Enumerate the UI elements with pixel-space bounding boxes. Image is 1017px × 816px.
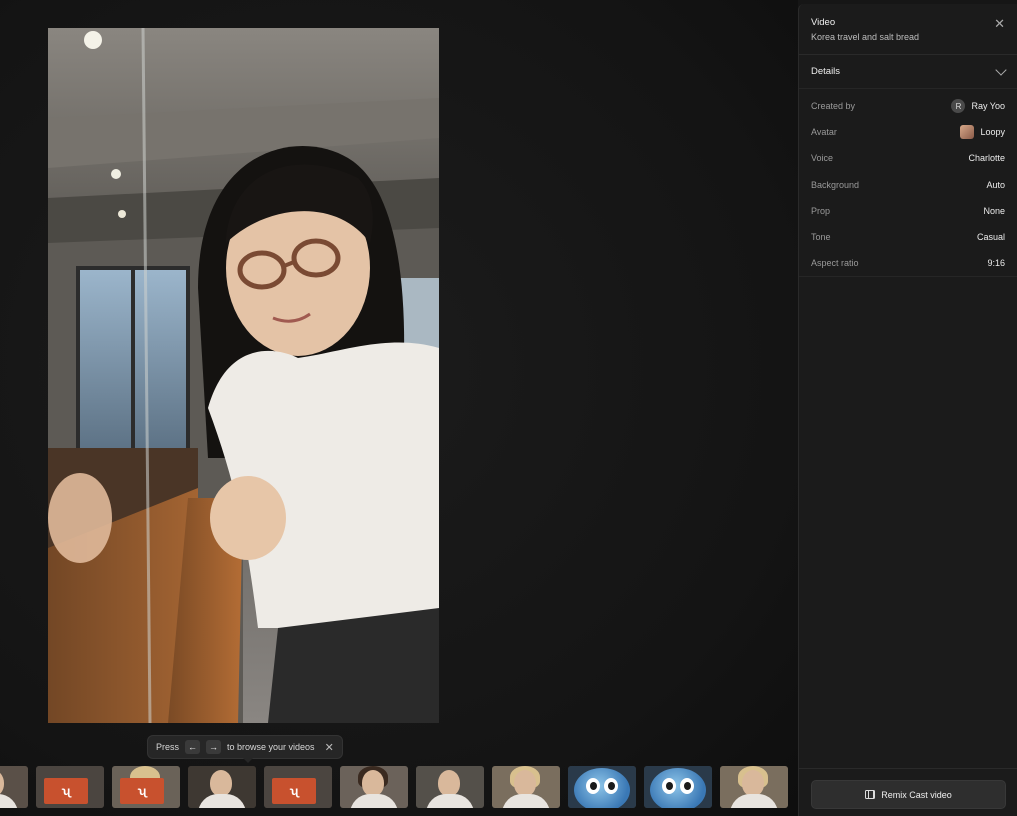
property-value: Auto	[986, 179, 1005, 190]
thumbnail-face	[438, 770, 460, 796]
video-thumbnail[interactable]: ʯ	[36, 766, 104, 808]
property-tone: Tone Casual	[811, 224, 1005, 250]
property-key: Background	[811, 179, 860, 190]
video-thumbnail[interactable]	[568, 766, 636, 808]
thumbnail-card: ʯ	[272, 778, 316, 804]
chevron-down-icon	[995, 63, 1007, 76]
video-player[interactable]	[48, 28, 439, 723]
remix-cast-video-button[interactable]: Remix Cast video	[811, 780, 1006, 809]
video-thumbnail[interactable]	[416, 766, 484, 808]
thumbnail-robot	[650, 768, 706, 808]
thumbnail-robot-eye	[662, 778, 676, 794]
video-thumbnail[interactable]: ʯ	[112, 766, 180, 808]
details-label: Details	[811, 66, 841, 77]
property-key: Avatar	[811, 127, 837, 138]
thumbnail-card: ʯ	[120, 778, 164, 804]
property-prop: Prop None	[811, 198, 1005, 224]
property-key: Tone	[811, 232, 831, 243]
thumbnail-card: ʯ	[44, 778, 88, 804]
video-thumbnail[interactable]	[720, 766, 788, 808]
video-name: Korea travel and salt bread	[811, 32, 920, 42]
video-thumbnail[interactable]	[644, 766, 712, 808]
details-list: Created by R Ray Yoo Avatar Loopy Voice C…	[799, 89, 1017, 277]
thumbnail-face	[210, 770, 232, 796]
video-frame-image	[48, 28, 439, 723]
browse-hint-tooltip: Press ← → to browse your videos ✕	[147, 735, 343, 763]
property-value: 9:16	[987, 258, 1005, 269]
video-stage: Press ← → to browse your videos ✕ ʯ ʯ ʯ	[0, 0, 798, 816]
video-filmstrip: ʯʯʯ	[0, 766, 798, 808]
property-background: Background Auto	[811, 172, 1005, 198]
user-avatar: R	[951, 99, 966, 114]
hint-press-label: Press	[156, 742, 180, 752]
property-value: Ray Yoo	[971, 101, 1005, 112]
property-value: Casual	[976, 232, 1005, 243]
property-value: Loopy	[980, 127, 1005, 138]
thumbnail-robot-eye	[586, 778, 600, 794]
video-thumbnail[interactable]	[0, 766, 28, 808]
details-toggle[interactable]: Details	[799, 55, 1017, 89]
avatar-thumbnail	[960, 125, 975, 140]
remix-button-label: Remix Cast video	[881, 789, 952, 800]
property-key: Prop	[811, 205, 831, 216]
property-voice: Voice Charlotte	[811, 145, 1005, 171]
property-key: Created by	[811, 101, 856, 112]
video-thumbnail[interactable]: ʯ	[264, 766, 332, 808]
property-aspect-ratio: Aspect ratio 9:16	[811, 250, 1005, 276]
thumbnail-robot	[574, 768, 630, 808]
arrow-left-icon[interactable]: ←	[185, 740, 201, 754]
panel-header: Video Korea travel and salt bread ✕	[799, 4, 1017, 55]
property-value: None	[983, 205, 1005, 216]
video-thumbnail[interactable]	[492, 766, 560, 808]
panel-footer: Remix Cast video	[799, 768, 1017, 809]
hint-text: to browse your videos	[227, 742, 315, 752]
thumbnail-robot-eye	[680, 778, 694, 794]
property-avatar: Avatar Loopy	[811, 119, 1005, 145]
property-value: Charlotte	[968, 153, 1005, 164]
video-details-panel: Video Korea travel and salt bread ✕ Deta…	[798, 4, 1017, 816]
thumbnail-face	[362, 770, 384, 796]
thumbnail-face	[742, 770, 764, 796]
film-icon	[865, 790, 876, 799]
video-thumbnail[interactable]	[188, 766, 256, 808]
hint-close-icon[interactable]: ✕	[325, 741, 334, 754]
property-created-by: Created by R Ray Yoo	[811, 93, 1005, 119]
close-icon[interactable]: ✕	[994, 16, 1005, 32]
property-key: Voice	[811, 153, 834, 164]
panel-title: Video	[811, 17, 836, 28]
property-key: Aspect ratio	[811, 258, 859, 269]
thumbnail-face	[514, 770, 536, 796]
thumbnail-robot-eye	[604, 778, 618, 794]
video-thumbnail[interactable]	[340, 766, 408, 808]
arrow-right-icon[interactable]: →	[206, 740, 222, 754]
ceiling-light	[84, 31, 102, 49]
